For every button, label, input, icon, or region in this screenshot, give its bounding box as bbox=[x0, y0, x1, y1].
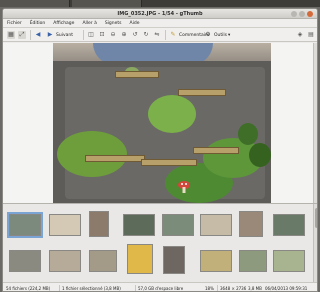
zoom-fit-button[interactable]: ◫ bbox=[87, 30, 95, 40]
scrollbar-handle[interactable] bbox=[315, 208, 317, 228]
zoom-out-button[interactable]: ⊖ bbox=[109, 30, 117, 40]
arrow-right-icon: ▶ bbox=[47, 31, 53, 38]
toolbar-separator bbox=[30, 30, 31, 40]
status-zoom: 18% bbox=[205, 286, 214, 291]
arrow-left-icon: ◀ bbox=[35, 31, 41, 38]
thumbnail[interactable] bbox=[273, 250, 305, 272]
properties-icon: ◈ bbox=[297, 31, 303, 38]
browser-mode-button[interactable]: ▦ bbox=[7, 30, 15, 40]
menu-aide[interactable]: Aide bbox=[130, 21, 140, 26]
tools-button[interactable]: ⚙ Outils ▾ bbox=[204, 30, 230, 40]
maximize-button[interactable] bbox=[299, 11, 305, 17]
rotate-left-button[interactable]: ↺ bbox=[131, 30, 139, 40]
viewer-scrollbar[interactable] bbox=[313, 43, 317, 203]
menu-fichier[interactable]: Fichier bbox=[7, 21, 22, 26]
minimize-button[interactable] bbox=[291, 11, 297, 17]
zoom-out-icon: ⊖ bbox=[110, 31, 116, 38]
sidebar-toggle-button[interactable]: ▤ bbox=[307, 30, 315, 40]
fullscreen-icon: ⤢ bbox=[18, 31, 26, 39]
grid-icon: ▦ bbox=[7, 31, 15, 39]
zoom-actual-icon: ⊡ bbox=[99, 31, 105, 38]
close-button[interactable] bbox=[307, 11, 313, 17]
gthumb-window: IMG_0352.JPG - 1/54 - gThumb Fichier Édi… bbox=[2, 8, 318, 292]
zoom-fit-icon: ◫ bbox=[88, 31, 94, 38]
status-free-space: 57,0 GB d'espace libre bbox=[138, 286, 184, 291]
flip-button[interactable]: ⇋ bbox=[153, 30, 161, 40]
desktop-task-tab[interactable] bbox=[0, 0, 70, 7]
toolbar-separator bbox=[165, 30, 166, 40]
status-bar: 54 fichiers (224,2 MB) 1 fichier sélecti… bbox=[3, 282, 317, 291]
thumbnail[interactable] bbox=[239, 250, 267, 272]
title-bar: IMG_0352.JPG - 1/54 - gThumb bbox=[3, 9, 317, 19]
sidebar-icon: ▤ bbox=[308, 31, 314, 38]
status-date: 06/04/2013 09:59:31 bbox=[265, 286, 308, 291]
zoom-in-icon: ⊕ bbox=[121, 31, 127, 38]
image-viewer[interactable] bbox=[3, 43, 317, 203]
status-file-count: 54 fichiers (224,2 MB) bbox=[6, 286, 51, 291]
thumbnail[interactable] bbox=[200, 214, 232, 236]
window-title: IMG_0352.JPG - 1/54 - gThumb bbox=[117, 11, 203, 17]
thumbnail[interactable] bbox=[200, 250, 232, 272]
menu-signets[interactable]: Signets bbox=[105, 21, 122, 26]
rotate-left-icon: ↺ bbox=[132, 31, 138, 38]
thumbnail-strip bbox=[3, 203, 317, 283]
thumbnail[interactable] bbox=[162, 214, 194, 236]
desktop-task-tab[interactable] bbox=[72, 0, 142, 7]
desktop-panel bbox=[0, 0, 320, 7]
status-selection: 1 fichier sélectionné (3,8 MB) bbox=[62, 286, 121, 291]
rotate-right-button[interactable]: ↻ bbox=[142, 30, 150, 40]
tools-icon: ⚙ bbox=[205, 31, 211, 38]
next-label: Suivant bbox=[56, 32, 73, 38]
thumbnail[interactable] bbox=[273, 214, 305, 236]
thumbnail[interactable] bbox=[49, 214, 81, 236]
zoom-in-button[interactable]: ⊕ bbox=[120, 30, 128, 40]
menu-aller[interactable]: Aller à bbox=[82, 21, 96, 26]
thumbnail[interactable] bbox=[89, 211, 109, 237]
toolbar: ▦ ⤢ ◀ ▶ Suivant ◫ ⊡ ⊖ ⊕ ↺ ↻ ⇋ ✎ Commenta… bbox=[3, 28, 317, 42]
status-size: 3,8 MB bbox=[248, 286, 262, 291]
thumbnail[interactable] bbox=[163, 246, 185, 274]
menu-affichage[interactable]: Affichage bbox=[53, 21, 74, 26]
photo bbox=[53, 43, 271, 203]
menu-bar: Fichier Édition Affichage Aller à Signet… bbox=[3, 19, 317, 28]
comment-icon: ✎ bbox=[170, 31, 176, 38]
tools-label: Outils bbox=[214, 32, 228, 38]
thumbnail[interactable] bbox=[7, 212, 43, 238]
zoom-100-button[interactable]: ⊡ bbox=[98, 30, 106, 40]
thumbnail[interactable] bbox=[89, 250, 117, 272]
menu-edition[interactable]: Édition bbox=[30, 21, 46, 26]
properties-button[interactable]: ◈ bbox=[296, 30, 304, 40]
thumbnail[interactable] bbox=[123, 214, 155, 236]
next-button[interactable]: ▶ Suivant bbox=[46, 30, 73, 40]
thumbnail[interactable] bbox=[127, 244, 153, 274]
flip-icon: ⇋ bbox=[154, 31, 160, 38]
rotate-right-icon: ↻ bbox=[143, 31, 149, 38]
fullscreen-button[interactable]: ⤢ bbox=[18, 30, 26, 40]
status-dimensions: 3648 × 2736 bbox=[220, 286, 247, 291]
previous-button[interactable]: ◀ bbox=[34, 30, 42, 40]
thumbnail[interactable] bbox=[9, 250, 41, 272]
thumbnail[interactable] bbox=[239, 211, 263, 237]
toolbar-separator bbox=[83, 30, 84, 40]
chevron-down-icon: ▾ bbox=[228, 32, 231, 38]
thumbnail-scrollbar[interactable] bbox=[313, 204, 317, 283]
mushroom bbox=[178, 181, 190, 193]
thumbnail[interactable] bbox=[49, 250, 81, 272]
